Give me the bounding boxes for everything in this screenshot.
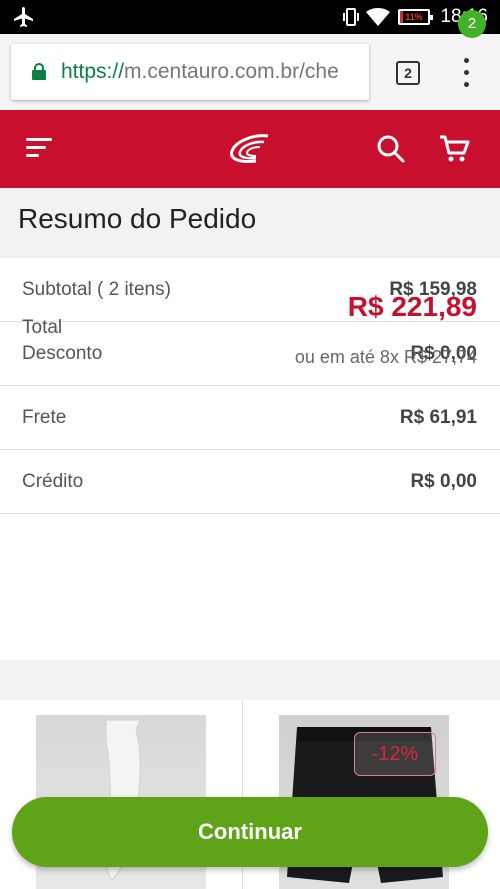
vibrate-icon (343, 8, 359, 26)
summary-header: Resumo do Pedido (0, 188, 500, 258)
url-text: https://m.centauro.com.br/che (61, 60, 339, 84)
continue-button[interactable]: Continuar (12, 797, 488, 867)
row-value: R$ 61,91 (399, 407, 477, 428)
browser-toolbar: https://m.centauro.com.br/che 2 (0, 34, 500, 110)
app-header (0, 110, 500, 188)
lock-icon (32, 63, 46, 80)
address-bar[interactable]: https://m.centauro.com.br/che (11, 44, 369, 100)
url-host: m.centauro.com.br/che (124, 60, 339, 83)
airplane-icon (14, 7, 33, 27)
status-bar: 11% 18:16 (0, 0, 500, 34)
discount-badge: -12% (354, 732, 436, 776)
row-label: Subtotal ( 2 itens) (22, 279, 171, 300)
battery-icon: 11% (398, 9, 433, 25)
total-value: R$ 221,89 (347, 291, 477, 322)
search-icon[interactable] (376, 134, 406, 164)
cart-icon[interactable] (438, 134, 470, 164)
total-label: Total (22, 317, 63, 338)
row-label: Crédito (22, 471, 84, 492)
row-label: Desconto (22, 343, 103, 364)
overflow-menu-icon[interactable] (458, 58, 476, 88)
row-value: R$ 0,00 (410, 471, 477, 492)
menu-icon[interactable] (26, 138, 52, 158)
installments-text: ou em até 8x R$ 27,74 (294, 347, 477, 367)
tab-switcher-button[interactable]: 2 (396, 61, 420, 85)
page-title: Resumo do Pedido (18, 203, 257, 234)
url-scheme: https:// (61, 60, 125, 83)
wifi-icon (366, 8, 390, 26)
battery-percent: 11% (405, 12, 423, 22)
summary-row-credit: Crédito R$ 0,00 (0, 450, 500, 514)
summary-row-shipping: Frete R$ 61,91 (0, 386, 500, 450)
cart-count-badge[interactable]: 2 (458, 10, 486, 38)
centauro-logo[interactable] (228, 133, 272, 165)
row-label: Frete (22, 407, 67, 428)
